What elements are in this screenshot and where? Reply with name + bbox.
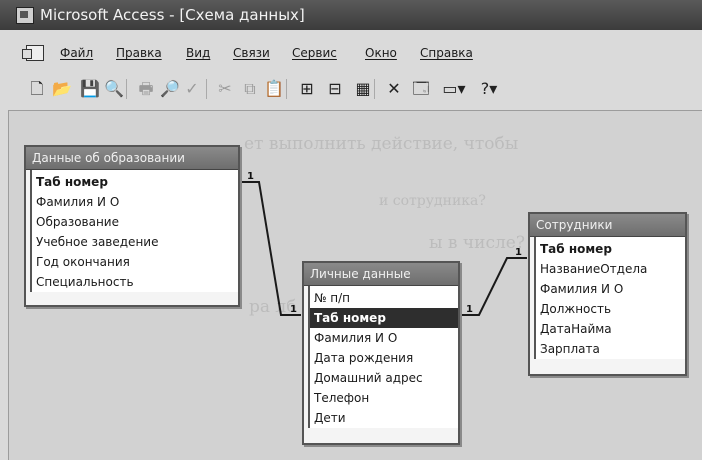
all-relationships-icon[interactable]: ▦	[352, 80, 374, 98]
field-home-address[interactable]: Домашний адрес	[310, 368, 458, 388]
menu-window[interactable]: Окно	[365, 40, 397, 66]
document-window-icon[interactable]	[22, 45, 44, 61]
spelling-icon[interactable]: ✓	[184, 80, 200, 98]
field-salary[interactable]: Зарплата	[536, 339, 685, 359]
open-icon[interactable]: 📂	[52, 80, 72, 98]
copy-icon[interactable]: ⧉	[240, 80, 260, 98]
toolbar-separator	[206, 79, 207, 99]
menu-view[interactable]: Вид	[186, 40, 210, 66]
field-tab-number[interactable]: Таб номер	[32, 172, 238, 192]
field-children[interactable]: Дети	[310, 408, 458, 428]
new-icon[interactable]: 🗋	[28, 80, 46, 98]
toolbar-separator	[374, 79, 375, 99]
delete-icon[interactable]: ✕	[384, 80, 404, 98]
save-icon[interactable]: 💾	[80, 80, 100, 98]
relationship-line-education-personal	[237, 181, 301, 316]
toolbar-separator	[286, 79, 287, 99]
field-full-name[interactable]: Фамилия И О	[32, 192, 238, 212]
field-full-name[interactable]: Фамилия И О	[310, 328, 458, 348]
relationship-one-label: 1	[290, 304, 297, 315]
field-education[interactable]: Образование	[32, 212, 238, 232]
field-list: № п/п Таб номер Фамилия И О Дата рождени…	[308, 286, 458, 428]
menu-edit[interactable]: Правка	[116, 40, 162, 66]
field-list: Таб номер НазваниеОтдела Фамилия И О Дол…	[534, 237, 685, 359]
menu-help[interactable]: Справка	[420, 40, 473, 66]
table-title-education[interactable]: Данные об образовании	[26, 147, 238, 170]
field-institution[interactable]: Учебное заведение	[32, 232, 238, 252]
field-tab-number[interactable]: Таб номер	[536, 239, 685, 259]
relationships-canvas[interactable]: ет выполнить действие, чтобы и сотрудник…	[8, 110, 702, 460]
field-phone[interactable]: Телефон	[310, 388, 458, 408]
toolbar-separator	[126, 79, 127, 99]
menu-relationships[interactable]: Связи	[233, 40, 270, 66]
database-window-icon[interactable]: 🗔	[410, 80, 432, 98]
field-graduation-year[interactable]: Год окончания	[32, 252, 238, 272]
field-tab-number-selected[interactable]: Таб номер	[310, 308, 458, 328]
relationship-one-label: 1	[466, 304, 473, 315]
window-title: Microsoft Access - [Схема данных]	[40, 6, 305, 24]
menu-bar: Файл Правка Вид Связи Сервис Окно Справк…	[0, 40, 702, 66]
field-position[interactable]: Должность	[536, 299, 685, 319]
field-full-name[interactable]: Фамилия И О	[536, 279, 685, 299]
field-list: Таб номер Фамилия И О Образование Учебно…	[30, 170, 238, 292]
access-app-icon[interactable]	[16, 7, 34, 24]
search-icon[interactable]: 🔍	[104, 80, 124, 98]
field-hire-date[interactable]: ДатаНайма	[536, 319, 685, 339]
new-object-icon[interactable]: ▭▾	[440, 80, 468, 98]
relationship-one-label: 1	[515, 247, 522, 258]
cut-icon[interactable]: ✂	[216, 80, 234, 98]
print-icon[interactable]: 🖶	[136, 80, 156, 98]
preview-icon[interactable]: 🔎	[160, 80, 180, 98]
table-employees[interactable]: Сотрудники Таб номер НазваниеОтдела Фами…	[528, 212, 687, 376]
standard-toolbar: 🗋 📂 💾 🔍 🖶 🔎 ✓ ✂ ⧉ 📋 ⊞ ⊟ ▦ ✕ 🗔 ▭▾ ?▾	[0, 74, 702, 104]
relationship-one-label: 1	[247, 171, 254, 182]
table-title-employees[interactable]: Сотрудники	[530, 214, 685, 237]
title-bar: Microsoft Access - [Схема данных]	[0, 0, 702, 30]
field-birth-date[interactable]: Дата рождения	[310, 348, 458, 368]
field-specialty[interactable]: Специальность	[32, 272, 238, 292]
show-table-icon[interactable]: ⊞	[296, 80, 318, 98]
field-row-number[interactable]: № п/п	[310, 288, 458, 308]
direct-relationships-icon[interactable]: ⊟	[324, 80, 346, 98]
menu-tools[interactable]: Сервис	[292, 40, 337, 66]
help-icon[interactable]: ?▾	[474, 80, 504, 98]
table-education[interactable]: Данные об образовании Таб номер Фамилия …	[24, 145, 240, 307]
table-title-personal[interactable]: Личные данные	[304, 263, 458, 286]
menu-file[interactable]: Файл	[60, 40, 93, 66]
table-personal[interactable]: Личные данные № п/п Таб номер Фамилия И …	[302, 261, 460, 445]
field-department[interactable]: НазваниеОтдела	[536, 259, 685, 279]
paste-icon[interactable]: 📋	[264, 80, 284, 98]
